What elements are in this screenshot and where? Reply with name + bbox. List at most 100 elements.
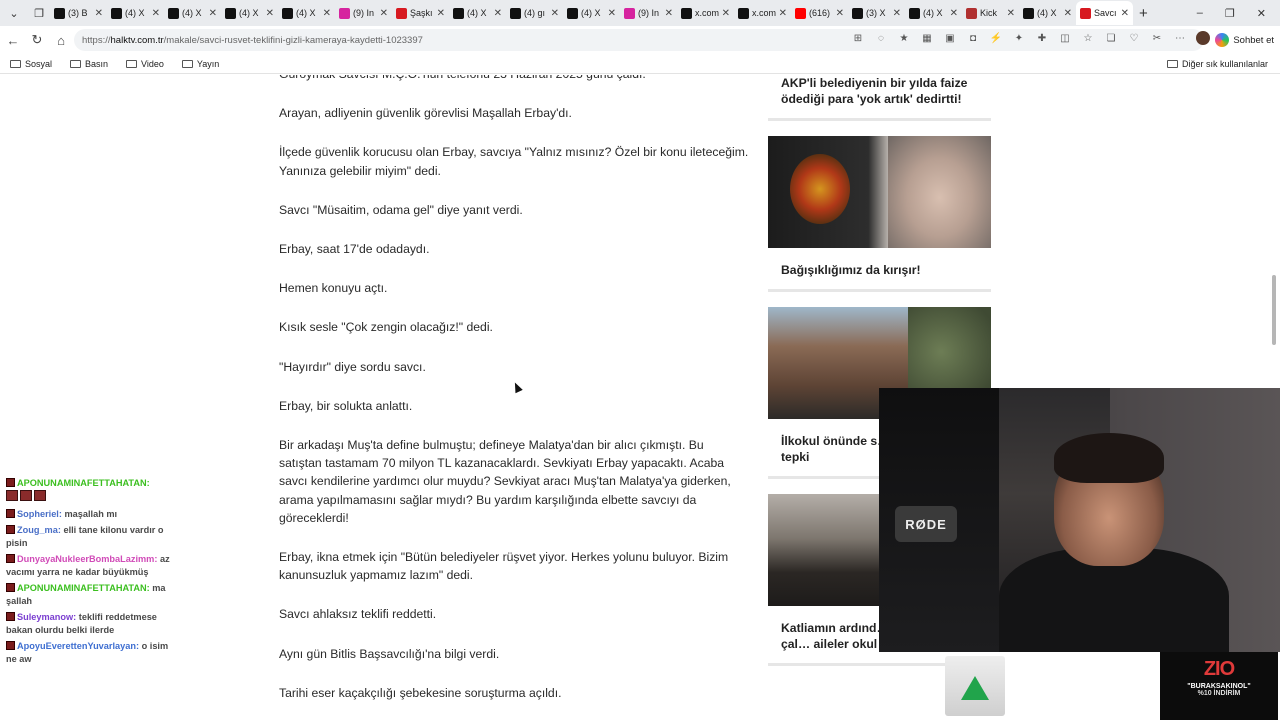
favorite-star-icon[interactable]: ★ [897,31,911,45]
minimize-icon[interactable]: – [1197,7,1203,20]
close-tab-icon[interactable]: ✕ [722,8,730,19]
article-paragraph: Kısık sesle "Çok zengin olacağız!" dedi. [279,320,493,335]
install-app-icon[interactable]: ⊞ [851,31,865,45]
tab-title: (4) X [296,8,316,18]
news-card[interactable]: Bağışıklığımız da kırışır! [768,136,991,292]
favorites-icon[interactable]: ☆ [1081,31,1095,45]
copilot-button[interactable]: Sohbet et [1215,29,1274,51]
tab-11[interactable]: x.com ✕ [677,1,734,25]
new-tab-button[interactable]: + [1139,5,1148,22]
close-tab-icon[interactable]: ✕ [380,8,388,19]
split-screen-icon[interactable]: ◫ [1058,31,1072,45]
tab-6[interactable]: Şaşkı ✕ [392,1,449,25]
close-tab-icon[interactable]: ✕ [437,8,445,19]
bookmark-folder-sosyal[interactable]: Sosyal [10,59,52,69]
extension-2-icon[interactable]: ▣ [943,31,957,45]
article-paragraph: Güroymak Savcısı M.Ç.Ö.'nün telefonu 23 … [279,75,749,83]
bookmark-label: Sosyal [25,58,53,69]
x-icon [1023,7,1034,19]
bookmark-folder-video[interactable]: Video [126,59,164,69]
bookmark-folder-basin[interactable]: Basın [70,59,108,69]
close-tab-icon[interactable]: ✕ [95,8,103,19]
close-tab-icon[interactable]: ✕ [893,8,901,19]
tab-1[interactable]: (4) X ✕ [107,1,164,25]
article-paragraph: Aynı gün Bitlis Başsavcılığı'na bilgi ve… [279,646,500,661]
x-icon [54,7,65,19]
tab-15[interactable]: (4) X ✕ [905,1,962,25]
extension-3-icon[interactable]: ◘ [966,31,980,45]
bookmark-label: Basın [85,58,109,69]
x-icon [567,7,578,19]
window-controls: – ❐ ✕ [1197,7,1266,20]
home-icon[interactable]: ⌂ [50,33,72,48]
workspaces-icon[interactable]: ❐ [28,2,50,24]
tab-10[interactable]: (9) In ✕ [620,1,677,25]
tab-actions-chevron-icon[interactable]: ⌄ [3,2,25,24]
tab-7[interactable]: (4) X ✕ [449,1,506,25]
bookmark-folder-yayin[interactable]: Yayın [181,58,220,69]
chat-message: DunyayaNukleerBombaLazimm: az vacımı yar… [6,553,171,579]
tab-title: Şaşkı [410,8,433,18]
close-tab-icon[interactable]: ✕ [551,8,559,19]
other-bookmarks[interactable]: Diğer sık kullanılanlar [1166,59,1268,69]
article-paragraph: Erbay, saat 17'de odadaydı. [279,242,430,257]
close-tab-icon[interactable]: ✕ [209,8,217,19]
extensions-puzzle-icon[interactable]: ✚ [1035,31,1049,45]
news-card-title[interactable]: Bağışıklığımız da kırışır! [768,262,991,278]
close-tab-icon[interactable]: ✕ [266,8,274,19]
tab-5[interactable]: (9) In ✕ [335,1,392,25]
tab-title: (4) gı [524,8,546,18]
close-tab-icon[interactable]: ✕ [1064,8,1072,19]
copilot-icon [1215,33,1230,47]
more-icon[interactable]: ⋯ [1173,31,1187,45]
close-tab-icon[interactable]: ✕ [608,8,616,19]
reader-icon[interactable]: ◌ [874,31,888,45]
close-tab-icon[interactable]: ✕ [323,8,331,19]
tab-18[interactable]: Savcı ✕ [1076,1,1133,25]
article-paragraph: "Hayırdır" diye sordu savcı. [279,359,426,374]
tab-14[interactable]: (3) X ✕ [848,1,905,25]
bookmark-label: Yayın [196,58,220,69]
chat-emote-icon [6,490,18,501]
tab-3[interactable]: (4) X ✕ [221,1,278,25]
close-tab-icon[interactable]: ✕ [950,8,958,19]
article-paragraph: Arayan, adliyenin güvenlik görevlisi Maş… [279,106,572,121]
tab-13[interactable]: (616) ✕ [791,1,848,25]
close-tab-icon[interactable]: ✕ [494,8,502,19]
extension-4-icon[interactable]: ⚡ [989,31,1003,45]
tab-4[interactable]: (4) X ✕ [278,1,335,25]
tab-17[interactable]: (4) X ✕ [1019,1,1076,25]
close-tab-icon[interactable]: ✕ [665,8,673,19]
restore-icon[interactable]: ❐ [1225,7,1235,20]
profile-avatar[interactable] [1196,31,1210,45]
tab-12[interactable]: x.com ✕ [734,1,791,25]
back-icon[interactable]: ← [2,33,24,48]
sponsor-overlay: ZIO "BURAKSAKINOL" %10 İNDİRİM [1160,652,1278,720]
chat-username: DunyayaNukleerBombaLazimm: [17,554,158,564]
close-tab-icon[interactable]: ✕ [1121,8,1129,19]
page-scrollbar[interactable] [1272,275,1276,345]
tab-2[interactable]: (4) X ✕ [164,1,221,25]
screenshot-icon[interactable]: ✂ [1150,31,1164,45]
browser-essentials-icon[interactable]: ♡ [1127,31,1141,45]
close-tab-icon[interactable]: ✕ [779,8,787,19]
tab-title: (4) X [239,8,259,18]
address-bar-row: ← ↻ ⌂ https://halktv.com.tr/makale/savci… [0,26,1280,54]
news-card-title[interactable]: AKP'li belediyenin bir yılda faize ödedi… [768,75,991,107]
tab-0[interactable]: (3) B ✕ [50,1,107,25]
chat-badge-icon [6,509,15,518]
tab-16[interactable]: Kick ✕ [962,1,1019,25]
x-icon [282,7,293,19]
tab-9[interactable]: (4) X ✕ [563,1,620,25]
extension-1-icon[interactable]: ▦ [920,31,934,45]
close-tab-icon[interactable]: ✕ [1007,8,1015,19]
news-card[interactable]: AKP'li belediyenin bir yılda faize ödedi… [768,75,991,121]
reload-icon[interactable]: ↻ [26,32,48,48]
close-tab-icon[interactable]: ✕ [836,8,844,19]
close-tab-icon[interactable]: ✕ [152,8,160,19]
tab-8[interactable]: (4) gı ✕ [506,1,563,25]
close-window-icon[interactable]: ✕ [1257,7,1266,20]
extension-5-icon[interactable]: ✦ [1012,31,1026,45]
brain-portrait-image[interactable] [768,136,991,248]
collections-icon[interactable]: ❏ [1104,31,1118,45]
